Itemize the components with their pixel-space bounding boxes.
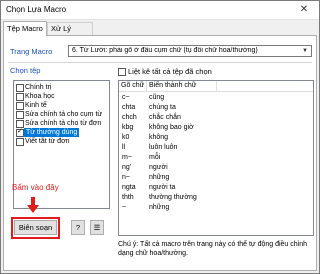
tab-macro-processing[interactable]: Xử Lý Macro [47, 22, 93, 45]
cell-result: chắc chắn [149, 114, 181, 121]
cell-result: cũng [149, 94, 165, 101]
list-item-selected[interactable]: Từ thường dùng [16, 127, 107, 137]
checkbox[interactable] [118, 68, 126, 76]
cell-result: luôn luôn [149, 144, 178, 151]
macro-page-value: 6. Từ Lười: phải gõ ở đầu cụm chữ (tụ đổ… [72, 47, 258, 54]
table-row[interactable]: m~ mỗi [119, 153, 313, 163]
checkbox[interactable] [16, 84, 24, 92]
list-all-label: Liệt kê tất cả tệp đã chọn [128, 67, 212, 76]
chevron-down-icon[interactable]: ▼ [299, 46, 311, 56]
cell-result: không bao giờ [149, 124, 194, 131]
cell-typed: k0 [122, 134, 130, 141]
checkbox-checked[interactable] [16, 127, 24, 137]
arrow-down-icon [27, 197, 39, 213]
cell-typed: c~ [122, 94, 130, 101]
list-item[interactable]: Viết tắt từ đơn [16, 137, 107, 146]
cell-typed: chch [122, 114, 137, 121]
list-item[interactable]: Chính trị [16, 83, 107, 92]
cell-typed: ~ [122, 204, 127, 211]
list-item[interactable]: Sửa chính tả cho từ đơn [16, 119, 107, 128]
checkbox[interactable] [16, 111, 24, 119]
table-row[interactable]: k0 không [119, 133, 313, 143]
list-item-label: Kinh tế [25, 102, 47, 109]
table-row[interactable]: ll luôn luôn [119, 143, 313, 153]
list-item[interactable]: Kinh tế [16, 101, 107, 110]
column-header-result[interactable]: Biến thành chữ [147, 81, 217, 91]
macro-page-select[interactable]: 6. Từ Lười: phải gõ ở đầu cụm chữ (tụ đổ… [68, 45, 312, 57]
divider [8, 62, 312, 63]
help-button[interactable]: ? [71, 220, 85, 235]
macro-table[interactable]: Gõ chữ Biến thành chữ c~ cũng chta chúng t… [118, 80, 314, 236]
cell-result: những [149, 204, 170, 211]
click-here-hint: Bấm vào đây [12, 183, 59, 192]
cell-result: không [149, 134, 169, 141]
cell-typed: m~ [122, 154, 132, 161]
note-text: Chú ý: Tất cả macro trên trang này có th… [118, 241, 307, 257]
cell-typed: ngta [122, 184, 136, 191]
table-row[interactable]: c~ cũng [119, 93, 313, 103]
list-item-label: Khoa học [25, 93, 55, 100]
cell-typed: chta [122, 104, 136, 111]
list-item-label: Chính trị [25, 84, 52, 91]
column-header-typed[interactable]: Gõ chữ [119, 81, 147, 91]
table-row[interactable]: ngta người ta [119, 183, 313, 193]
list-item[interactable]: Khoa học [16, 92, 107, 101]
checkbox[interactable] [16, 138, 24, 146]
list-item-label: Sửa chính tả cho từ đơn [25, 120, 102, 127]
table-row[interactable]: chta chúng ta [119, 103, 313, 113]
cell-result: mỗi [149, 154, 161, 161]
title-bar: Chọn Lựa Macro ✕ [1, 1, 319, 20]
list-view-button[interactable]: ☰ [90, 220, 104, 235]
edit-button[interactable]: Biên soạn [14, 220, 57, 235]
cell-result: chúng ta [149, 104, 176, 111]
cell-typed: ll [122, 144, 126, 151]
list-item[interactable]: Sửa chính tả cho cụm từ [16, 110, 107, 119]
table-row[interactable]: kbg không bao giờ [119, 123, 313, 133]
cell-result: người [149, 164, 168, 171]
close-button[interactable]: ✕ [293, 2, 315, 17]
window-title: Chọn Lựa Macro [6, 5, 67, 14]
cell-result: thường thường [149, 194, 197, 201]
table-row[interactable]: ~ những [119, 203, 313, 213]
table-row[interactable]: thth thường thường [119, 193, 313, 203]
cell-typed: thth [122, 194, 134, 201]
list-item-label: Sửa chính tả cho cụm từ [25, 111, 103, 118]
table-row[interactable]: ng' người [119, 163, 313, 173]
macro-page-label: Trang Macro [10, 47, 53, 56]
list-item-label: Từ thường dùng [24, 128, 80, 137]
table-header: Gõ chữ Biến thành chữ [119, 81, 313, 92]
table-row[interactable]: chch chắc chắn [119, 113, 313, 123]
cell-typed: n~ [122, 174, 130, 181]
file-list-label: Chọn tệp [10, 66, 41, 75]
cell-typed: ng' [122, 164, 132, 171]
tab-macro-files[interactable]: Tệp Macro [3, 21, 47, 36]
cell-result: người ta [149, 184, 176, 191]
checkbox[interactable] [16, 93, 24, 101]
table-row[interactable]: n~ những [119, 173, 313, 183]
cell-typed: kbg [122, 124, 134, 131]
checkbox[interactable] [16, 102, 24, 110]
cell-result: những [149, 174, 170, 181]
list-item-label: Viết tắt từ đơn [25, 138, 70, 145]
macro-dialog: Chọn Lựa Macro ✕ Tệp Macro Xử Lý Macro T… [0, 0, 320, 274]
